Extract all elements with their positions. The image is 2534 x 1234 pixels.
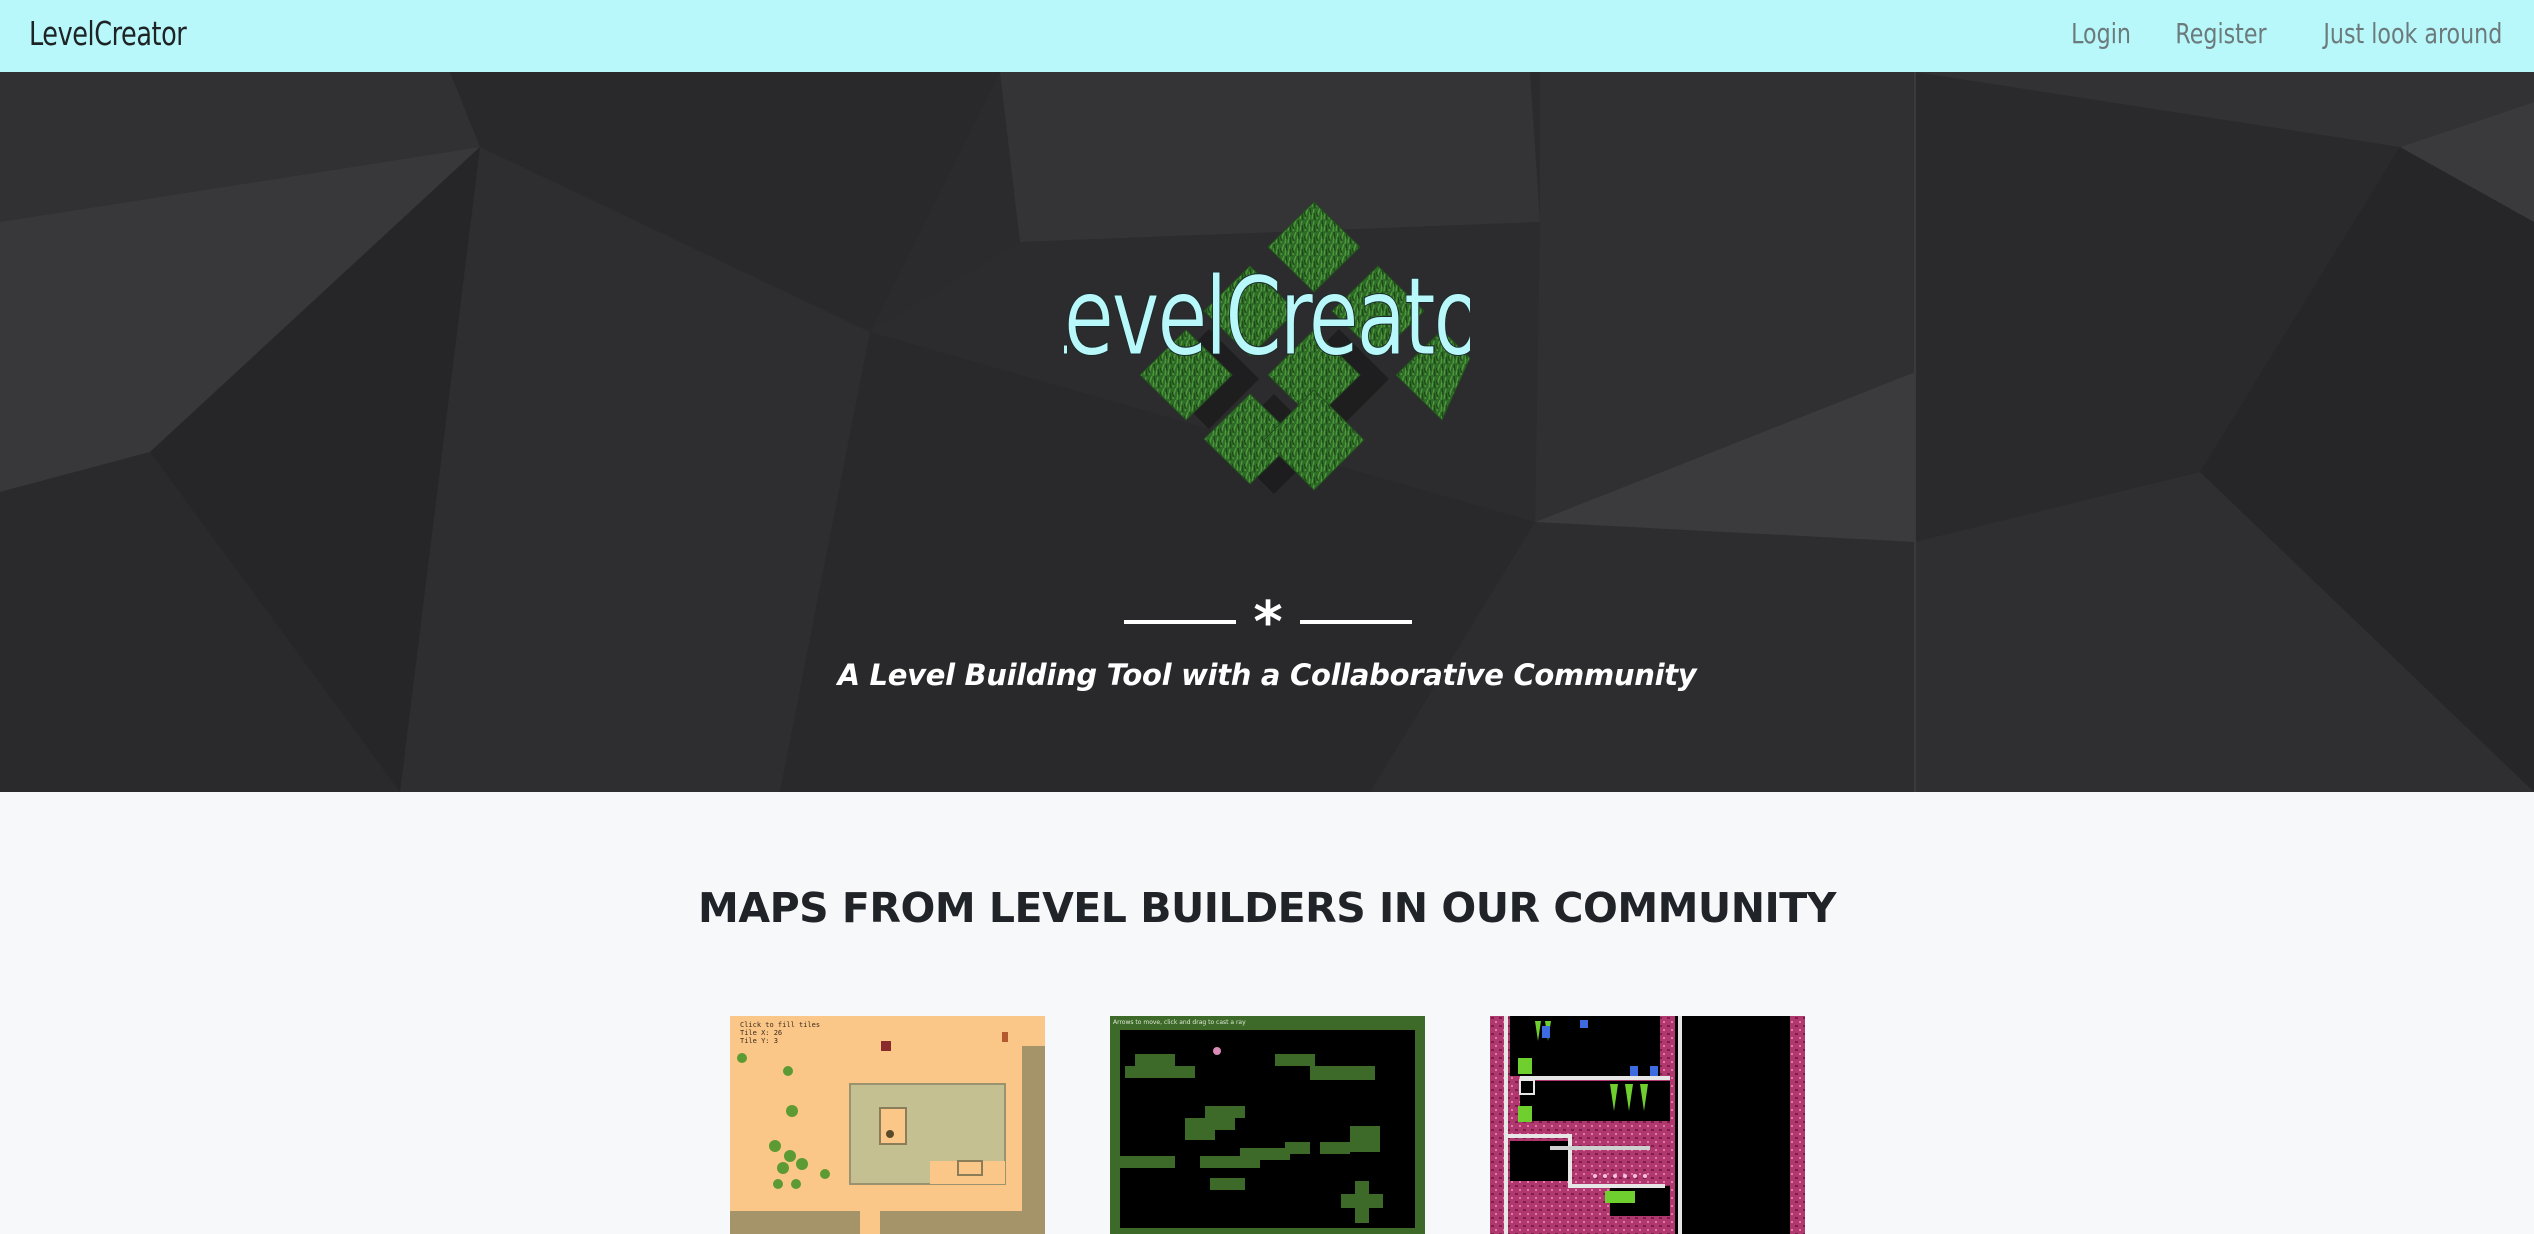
register-link[interactable]: Register [2176, 17, 2267, 50]
svg-text:Tile Y: 3: Tile Y: 3 [740, 1037, 778, 1045]
pink-platform-map-thumbnail [1490, 1016, 1805, 1234]
svg-text:Arrows to move, click and drag: Arrows to move, click and drag to cast a… [1113, 1019, 1246, 1026]
map-card-desert[interactable]: Click to fill tiles Tile X: 26 Tile Y: 3 [730, 1016, 1045, 1234]
svg-text:Click to fill tiles: Click to fill tiles [740, 1021, 820, 1029]
nav-links: Login Register Just look around [2063, 17, 2502, 50]
login-link[interactable]: Login [2071, 17, 2131, 50]
brand-logo-link[interactable]: LevelCreator [29, 14, 187, 53]
hero-divider: * [1124, 597, 1412, 647]
navbar: LevelCreator Login Register Just look ar… [0, 0, 2534, 72]
divider-star-icon: * [1253, 597, 1282, 647]
map-card-pink-platform[interactable] [1490, 1016, 1805, 1234]
community-maps: Click to fill tiles Tile X: 26 Tile Y: 3 [730, 1016, 1805, 1234]
green-maze-map-thumbnail: Arrows to move, click and drag to cast a… [1110, 1016, 1425, 1234]
desert-map-thumbnail: Click to fill tiles Tile X: 26 Tile Y: 3 [730, 1016, 1045, 1234]
levelcreator-hero-logo: LevelCreator [1064, 201, 1470, 494]
community-section-title: MAPS FROM LEVEL BUILDERS IN OUR COMMUNIT… [698, 884, 1836, 932]
hero-tagline: A Level Building Tool with a Collaborati… [837, 658, 1697, 692]
map-card-green-maze[interactable]: Arrows to move, click and drag to cast a… [1110, 1016, 1425, 1234]
hero-logo-text: LevelCreator [1064, 253, 1470, 380]
just-look-around-link[interactable]: Just look around [2323, 17, 2502, 50]
svg-text:Tile X: 26: Tile X: 26 [740, 1029, 782, 1037]
hero-section: LevelCreator * A Level Building Tool wit… [0, 72, 2534, 792]
